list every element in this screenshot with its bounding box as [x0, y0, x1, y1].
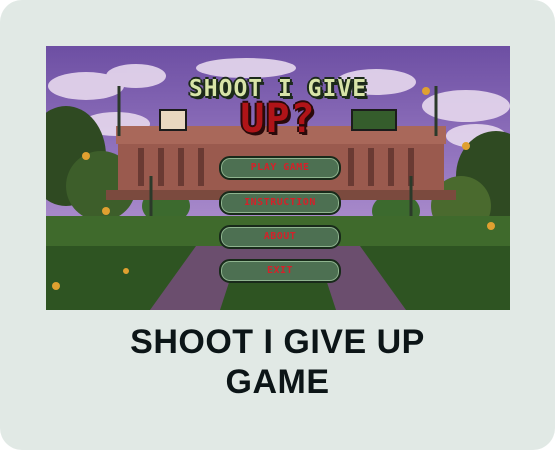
- project-title: SHOOT I GIVE UP GAME: [0, 322, 555, 402]
- exit-button[interactable]: EXIT: [219, 259, 341, 283]
- project-title-line1: SHOOT I GIVE UP: [130, 323, 425, 361]
- about-button[interactable]: ABOUT: [219, 225, 341, 249]
- play-game-button[interactable]: PLAY GAME: [219, 156, 341, 180]
- project-card: SHOOT I GIVE UP? PLAY GAME INSTRUCTION A…: [0, 0, 555, 450]
- game-logo-subtitle: UP?: [240, 96, 316, 142]
- project-title-line2: GAME: [225, 363, 330, 401]
- game-screenshot: SHOOT I GIVE UP? PLAY GAME INSTRUCTION A…: [46, 46, 510, 310]
- instruction-button[interactable]: INSTRUCTION: [219, 191, 341, 215]
